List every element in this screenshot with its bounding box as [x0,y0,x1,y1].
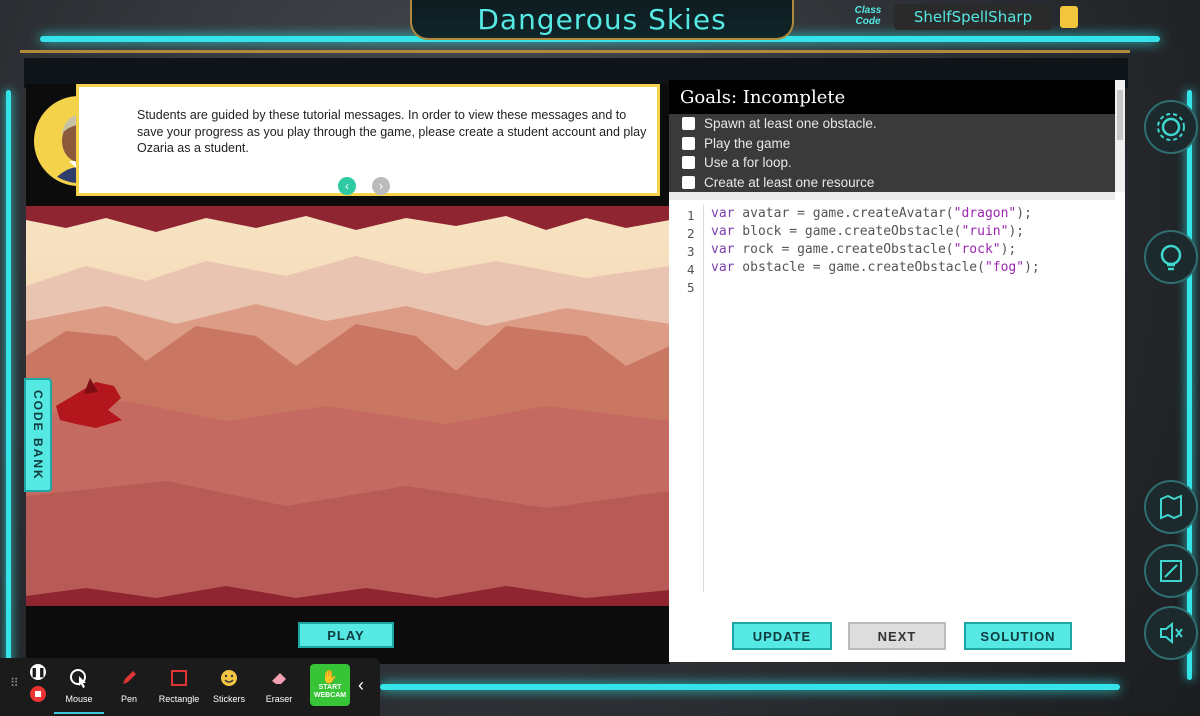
copy-icon[interactable] [1060,6,1078,28]
lightbulb-icon [1160,244,1182,271]
hand-icon: ✋ [321,669,339,684]
cursor-icon [67,666,91,690]
rectangle-tool[interactable]: Rectangle [154,662,204,712]
frame-glow-bottom [380,684,1120,690]
eraser-icon [267,666,291,690]
tool-label: Eraser [265,694,293,704]
goal-text: Create at least one resource [704,174,875,190]
goals-scrollbar[interactable] [1115,80,1125,192]
tool-label: Stickers [212,694,245,704]
line-number-gutter: 1 2 3 4 5 [669,204,704,592]
collapse-toolbar-button[interactable]: ‹ [358,675,364,696]
code-line[interactable]: var rock = game.createObstacle("rock"); [711,242,1016,257]
gear-icon [1157,113,1185,141]
speaker-muted-icon [1160,621,1183,645]
game-canvas[interactable] [26,206,670,606]
tutorial-message-box: Students are guided by these tutorial me… [76,84,660,196]
settings-button[interactable] [1144,100,1198,154]
line-number: 4 [687,262,695,277]
goal-text: Play the game [704,135,791,151]
code-line[interactable]: var block = game.createObstacle("ruin"); [711,224,1024,239]
code-line[interactable]: var avatar = game.createAvatar("dragon")… [711,206,1032,221]
goals-heading: Goals: Incomplete [669,80,1115,114]
tool-label: Rectangle [158,694,200,704]
code-line[interactable]: var obstacle = game.createObstacle("fog"… [711,260,1040,275]
stop-button[interactable] [30,686,46,702]
goals-horizontal-scrollbar[interactable] [669,192,1115,200]
scrollbar-thumb[interactable] [1117,90,1123,140]
goal-text: Spawn at least one obstacle. [704,116,877,132]
frame-glow-left [6,90,11,680]
goal-item: Create at least one resource [669,173,1115,193]
goal-item: Spawn at least one obstacle. [669,114,1115,134]
frame-border [20,50,1130,53]
pause-button[interactable]: ❚❚ [30,664,46,680]
tool-label: Mouse [65,694,93,704]
stop-icon [35,691,41,697]
eraser-tool[interactable]: Eraser [254,662,304,712]
tutorial-panel: Students are guided by these tutorial me… [26,84,664,202]
webcam-label-line1: START [318,684,342,691]
title-banner: Dangerous Skies [410,0,794,40]
tutorial-message: Students are guided by these tutorial me… [137,108,647,155]
next-button[interactable]: NEXT [848,622,946,650]
fullscreen-button[interactable] [1144,544,1198,598]
class-code-value: ShelfSpellSharp [894,4,1052,30]
code-bank-label: CODE BANK [31,389,45,481]
tool-label: Pen [120,694,137,704]
webcam-label-line2: WEBCAM [313,692,347,699]
class-code-label: Class Code [854,5,882,27]
fullscreen-icon [1160,560,1182,582]
previous-message-button[interactable]: ‹ [338,177,356,195]
goal-checkbox [682,117,695,131]
code-bank-tab[interactable]: CODE BANK [24,378,52,492]
goals-list[interactable]: Spawn at least one obstacle. Play the ga… [669,114,1115,192]
chevron-left-icon: ‹ [345,179,349,193]
stickers-tool[interactable]: Stickers [204,662,254,712]
next-message-button[interactable]: › [372,177,390,195]
solution-button[interactable]: SOLUTION [964,622,1072,650]
goal-item: Play the game [669,134,1115,154]
goal-checkbox [682,156,695,170]
code-area[interactable]: 1 2 3 4 5 var avatar = game.createAvatar… [669,204,1125,592]
line-number: 5 [687,280,695,295]
chevron-right-icon: › [379,179,383,193]
goal-item: Use a for loop. [669,153,1115,173]
level-title: Dangerous Skies [477,2,727,36]
line-number: 2 [687,226,695,241]
canyon-scene [26,206,670,606]
play-button[interactable]: PLAY [298,622,394,648]
chevron-left-icon: ‹ [358,675,364,695]
goal-checkbox [682,136,695,150]
start-webcam-button[interactable]: ✋ START WEBCAM [310,664,350,706]
pen-tool[interactable]: Pen [104,662,154,712]
drag-handle-icon[interactable]: ⠿ [10,676,19,690]
pen-icon [117,666,141,690]
line-number: 3 [687,244,695,259]
goal-text: Use a for loop. [704,155,792,171]
pause-icon: ❚❚ [30,666,46,677]
line-number: 1 [687,208,695,223]
sticker-icon [217,666,241,690]
code-editor-panel: Goals: Incomplete Spawn at least one obs… [669,80,1125,662]
update-button[interactable]: UPDATE [732,622,832,650]
mute-button[interactable] [1144,606,1198,660]
mouse-tool[interactable]: Mouse [54,662,104,714]
rectangle-icon [167,666,191,690]
goal-checkbox [682,175,695,189]
hint-button[interactable] [1144,230,1198,284]
map-icon [1160,494,1182,520]
map-button[interactable] [1144,480,1198,534]
